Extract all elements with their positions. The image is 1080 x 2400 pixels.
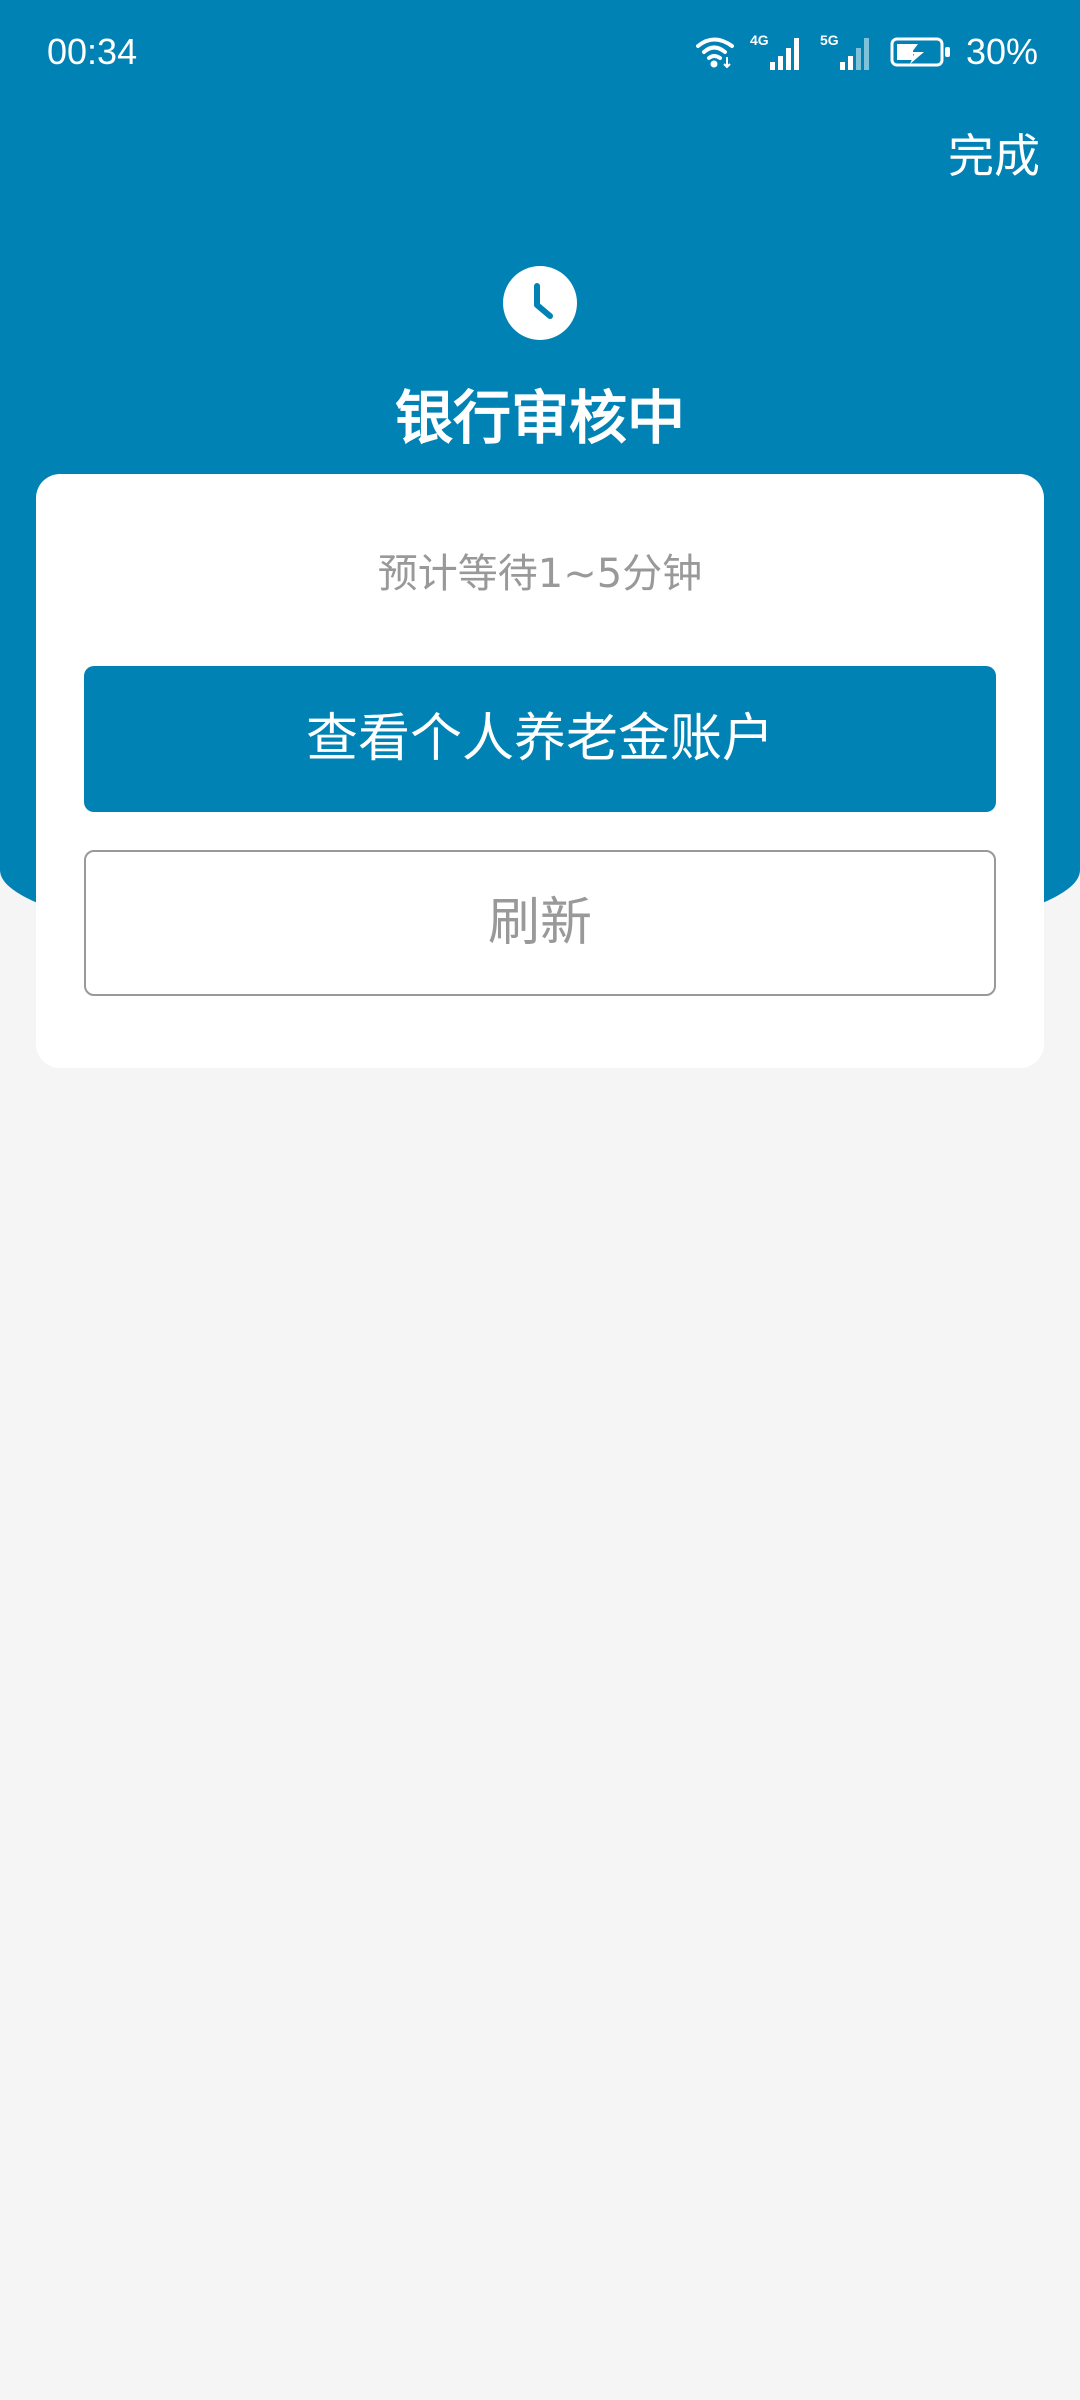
battery-percent: 30% xyxy=(965,31,1038,72)
refresh-button[interactable]: 刷新 xyxy=(84,850,996,996)
signal-4g-icon: 4G xyxy=(750,32,799,70)
clock-icon xyxy=(503,266,577,340)
svg-text:4G: 4G xyxy=(750,32,769,48)
done-button[interactable]: 完成 xyxy=(948,128,1040,184)
status-time: 00:34 xyxy=(47,31,138,72)
status-bar: 00:34 4G 5G 30% xyxy=(0,0,1080,104)
battery-charging-icon xyxy=(890,37,950,67)
view-pension-account-button[interactable]: 查看个人养老金账户 xyxy=(84,666,996,812)
signal-5g-icon: 5G xyxy=(820,32,869,70)
wait-time-text: 预计等待1~5分钟 xyxy=(377,551,703,597)
status-icons: 4G 5G 30% xyxy=(695,28,1038,76)
svg-text:5G: 5G xyxy=(820,32,839,48)
page-title: 银行审核中 xyxy=(394,384,685,452)
wifi-icon xyxy=(695,37,734,69)
status-card: 预计等待1~5分钟 查看个人养老金账户 刷新 xyxy=(36,474,1044,1068)
